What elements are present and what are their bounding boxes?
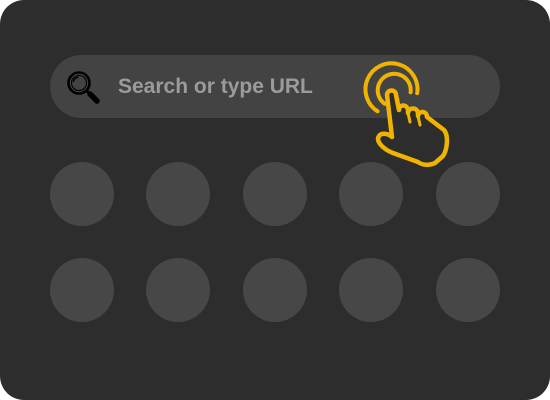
shortcut-tile[interactable] (436, 258, 500, 322)
shortcut-tile[interactable] (243, 258, 307, 322)
shortcut-tile[interactable] (339, 258, 403, 322)
search-icon (64, 68, 104, 108)
shortcut-tile[interactable] (50, 258, 114, 322)
shortcut-tile[interactable] (146, 162, 210, 226)
shortcut-grid (50, 162, 500, 323)
tap-hand-icon (360, 60, 475, 172)
shortcut-tile[interactable] (243, 162, 307, 226)
browser-new-tab-screen: Search or type URL (0, 0, 550, 400)
shortcut-tile[interactable] (146, 258, 210, 322)
shortcut-tile[interactable] (50, 162, 114, 226)
search-placeholder: Search or type URL (118, 75, 313, 98)
